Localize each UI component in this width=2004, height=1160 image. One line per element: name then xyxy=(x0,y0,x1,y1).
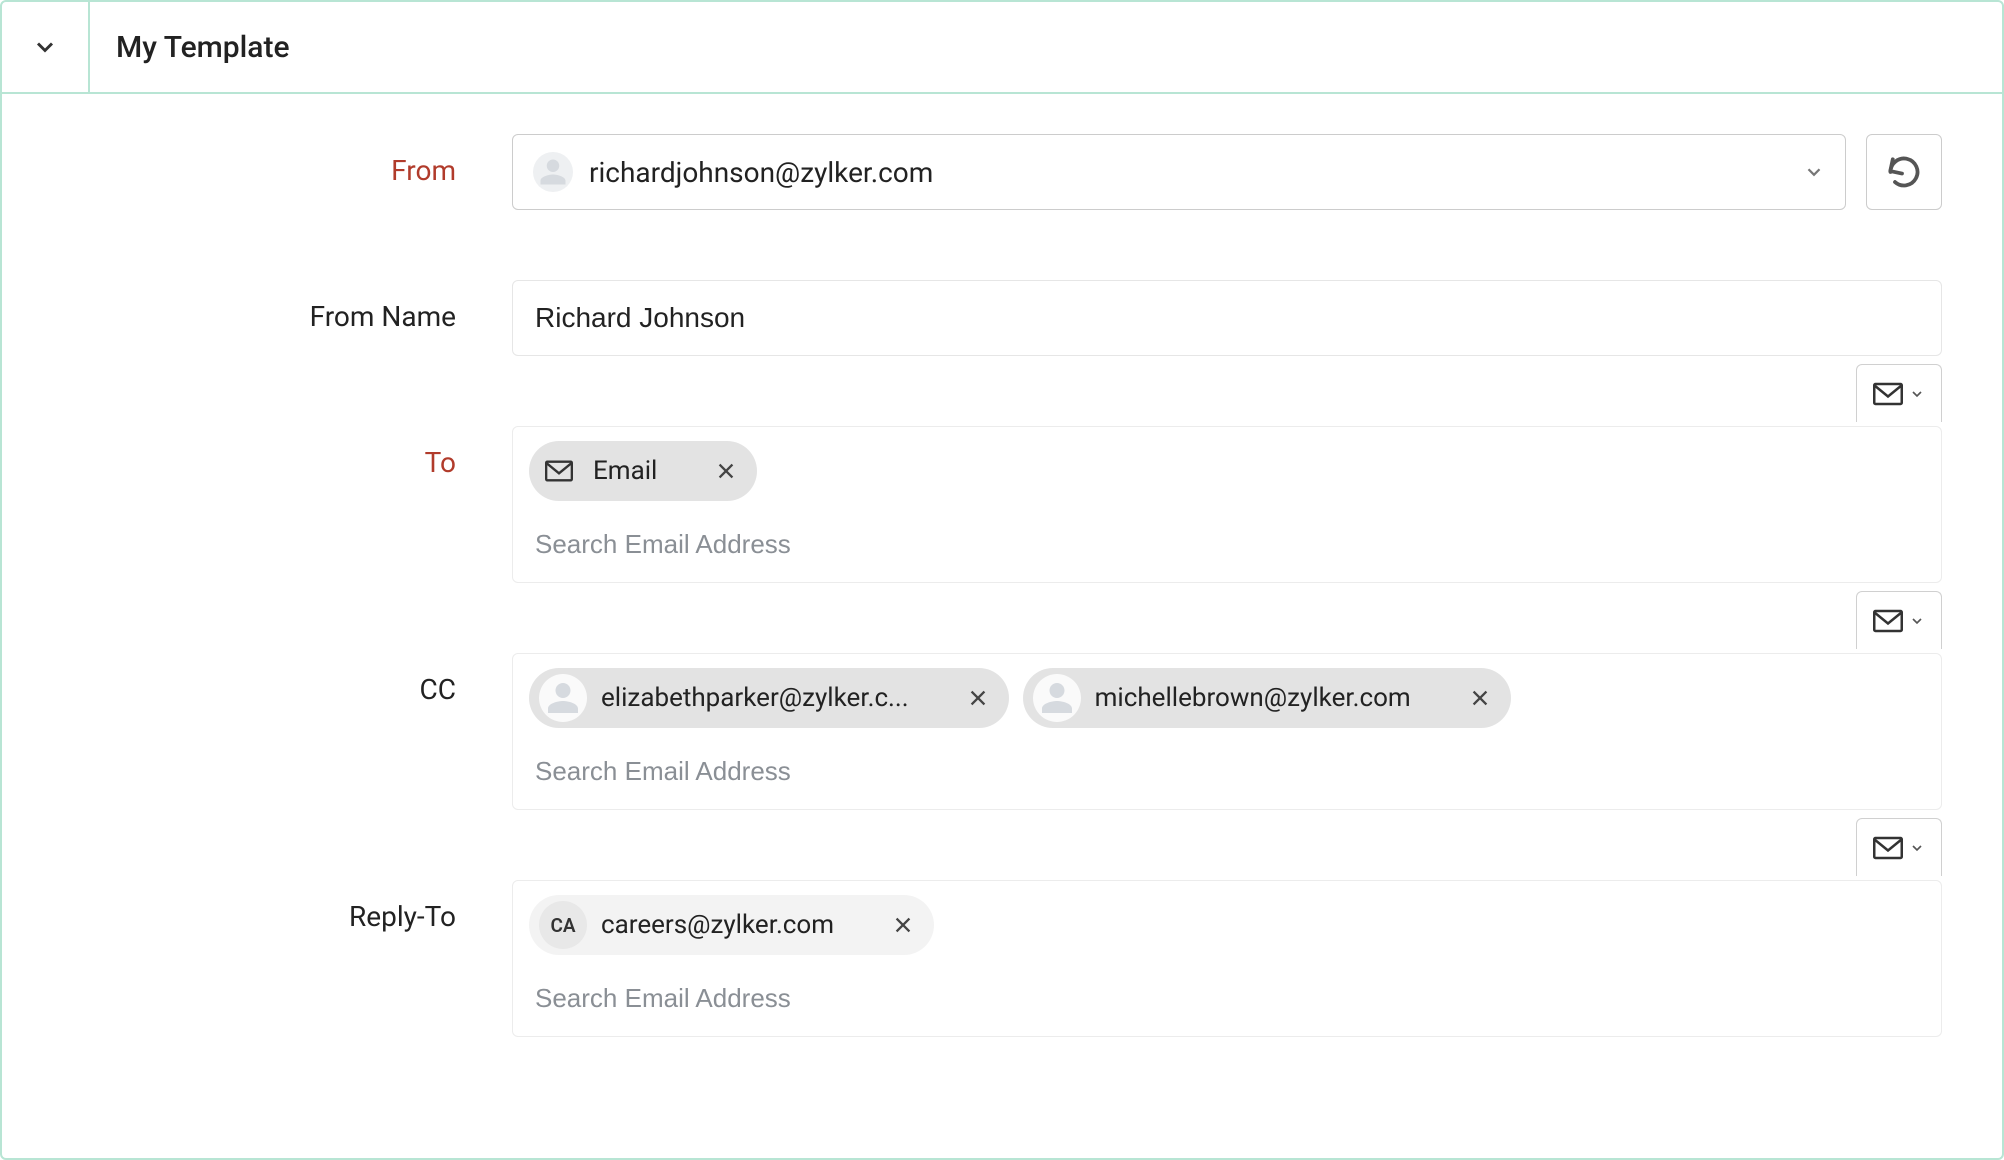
refresh-icon xyxy=(1886,154,1922,190)
reply-to-input[interactable]: CA careers@zylker.com xyxy=(512,880,1942,1037)
row-from-name: From Name xyxy=(62,280,1942,356)
from-avatar xyxy=(533,152,573,192)
refresh-button[interactable] xyxy=(1866,134,1942,210)
envelope-icon xyxy=(1873,609,1903,633)
reply-to-chip-remove[interactable] xyxy=(888,910,918,940)
chevron-down-icon xyxy=(1909,386,1925,402)
collapse-toggle[interactable] xyxy=(2,1,90,93)
to-chip: Email xyxy=(529,441,757,501)
cc-label: CC xyxy=(62,653,512,706)
user-icon xyxy=(545,680,581,716)
user-icon xyxy=(1039,680,1075,716)
close-icon xyxy=(1469,687,1491,709)
to-search-input[interactable] xyxy=(529,519,1925,576)
row-to: To Email xyxy=(62,426,1942,583)
row-from: From richardjohnson@zylker.com xyxy=(62,134,1942,210)
header: My Template xyxy=(2,2,2002,94)
cc-chip-label: elizabethparker@zylker.c... xyxy=(601,683,909,713)
row-reply-to: Reply-To CA careers@zylker.com xyxy=(62,880,1942,1037)
form-area: From richardjohnson@zylker.com xyxy=(2,94,2002,1037)
chevron-down-icon xyxy=(1909,613,1925,629)
avatar-initials: CA xyxy=(539,901,587,949)
cc-chip-remove[interactable] xyxy=(963,683,993,713)
to-envelope-dropdown[interactable] xyxy=(1856,364,1942,422)
chevron-down-icon xyxy=(1909,840,1925,856)
cc-input[interactable]: elizabethparker@zylker.c... michellebrow… xyxy=(512,653,1942,810)
from-select[interactable]: richardjohnson@zylker.com xyxy=(512,134,1846,210)
to-label: To xyxy=(62,426,512,479)
close-icon xyxy=(967,687,989,709)
reply-to-search-input[interactable] xyxy=(529,973,1925,1030)
reply-to-label: Reply-To xyxy=(62,880,512,933)
reply-to-chip-label: careers@zylker.com xyxy=(601,910,834,940)
cc-envelope-dropdown[interactable] xyxy=(1856,591,1942,649)
cc-chip: michellebrown@zylker.com xyxy=(1023,668,1511,728)
from-label: From xyxy=(62,134,512,187)
reply-to-chip: CA careers@zylker.com xyxy=(529,895,934,955)
envelope-icon xyxy=(539,451,579,491)
page-title: My Template xyxy=(90,30,290,65)
user-avatar xyxy=(539,674,587,722)
envelope-icon xyxy=(1873,836,1903,860)
row-cc: CC elizabethparker@zylker.c... xyxy=(62,653,1942,810)
template-editor: My Template From richardjohnson@zylker.c… xyxy=(0,0,2004,1160)
envelope-icon xyxy=(1873,382,1903,406)
from-name-label: From Name xyxy=(62,280,512,333)
to-chip-label: Email xyxy=(593,456,657,486)
from-value: richardjohnson@zylker.com xyxy=(589,156,933,189)
to-chip-remove[interactable] xyxy=(711,456,741,486)
chevron-down-icon xyxy=(1803,161,1825,183)
cc-chip-label: michellebrown@zylker.com xyxy=(1095,683,1411,713)
cc-chip: elizabethparker@zylker.c... xyxy=(529,668,1009,728)
user-icon xyxy=(538,157,568,187)
user-avatar xyxy=(1033,674,1081,722)
close-icon xyxy=(715,460,737,482)
reply-to-envelope-dropdown[interactable] xyxy=(1856,818,1942,876)
close-icon xyxy=(892,914,914,936)
chevron-down-icon xyxy=(31,33,59,61)
cc-chip-remove[interactable] xyxy=(1465,683,1495,713)
from-name-input[interactable] xyxy=(512,280,1942,356)
cc-search-input[interactable] xyxy=(529,746,1925,803)
to-input[interactable]: Email xyxy=(512,426,1942,583)
